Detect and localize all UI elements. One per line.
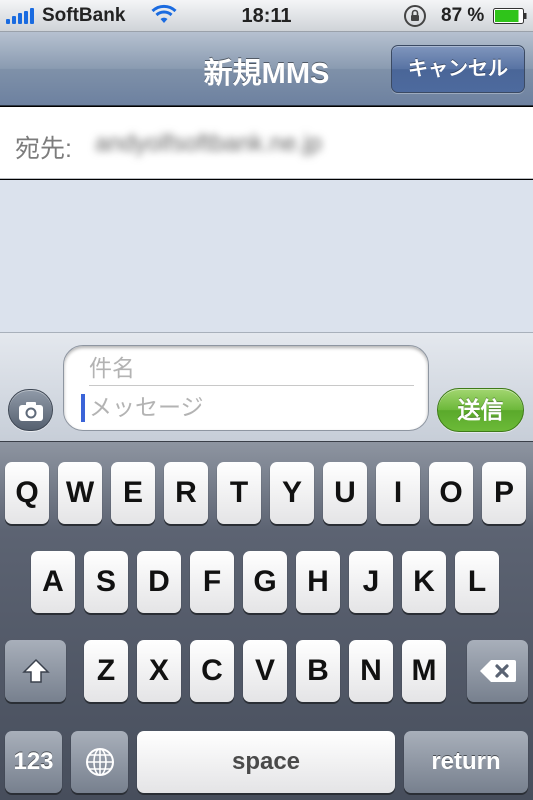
key-j[interactable]: J — [349, 551, 393, 613]
key-a[interactable]: A — [31, 551, 75, 613]
globe-key[interactable] — [71, 731, 128, 793]
key-c[interactable]: C — [190, 640, 234, 702]
conversation-area — [0, 180, 533, 332]
key-v[interactable]: V — [243, 640, 287, 702]
backspace-icon — [479, 660, 516, 682]
keyboard: Q W E R T Y U I O P A S D F G H J K L Z … — [0, 441, 533, 800]
numbers-key[interactable]: 123 — [5, 731, 62, 793]
recipient-label: 宛先: — [15, 135, 72, 163]
key-m[interactable]: M — [402, 640, 446, 702]
key-y[interactable]: Y — [270, 462, 314, 524]
key-h[interactable]: H — [296, 551, 340, 613]
key-n[interactable]: N — [349, 640, 393, 702]
send-button[interactable]: 送信 — [437, 388, 524, 432]
key-z[interactable]: Z — [84, 640, 128, 702]
compose-field[interactable]: 件名 メッセージ — [63, 345, 429, 431]
battery-percent: 87 % — [441, 5, 485, 26]
camera-icon — [19, 402, 43, 421]
key-e[interactable]: E — [111, 462, 155, 524]
key-f[interactable]: F — [190, 551, 234, 613]
key-l[interactable]: L — [455, 551, 499, 613]
key-x[interactable]: X — [137, 640, 181, 702]
key-g[interactable]: G — [243, 551, 287, 613]
recipient-row[interactable]: 宛先: andyolfsoftbank.ne.jp — [0, 107, 533, 179]
navigation-bar: 新規MMS キャンセル — [0, 32, 533, 106]
subject-input[interactable]: 件名 — [89, 350, 414, 386]
text-caret — [81, 394, 85, 422]
key-p[interactable]: P — [482, 462, 526, 524]
cancel-button[interactable]: キャンセル — [391, 45, 525, 93]
key-d[interactable]: D — [137, 551, 181, 613]
key-u[interactable]: U — [323, 462, 367, 524]
return-key[interactable]: return — [404, 731, 528, 793]
camera-button[interactable] — [8, 389, 53, 431]
battery-icon — [493, 8, 527, 24]
key-r[interactable]: R — [164, 462, 208, 524]
space-key[interactable]: space — [137, 731, 395, 793]
message-placeholder: メッセージ — [89, 394, 204, 420]
message-input[interactable]: メッセージ — [81, 388, 414, 426]
recipient-field[interactable]: andyolfsoftbank.ne.jp — [95, 130, 322, 158]
key-w[interactable]: W — [58, 462, 102, 524]
shift-key[interactable] — [5, 640, 66, 702]
rotation-lock-icon — [404, 5, 426, 27]
key-s[interactable]: S — [84, 551, 128, 613]
key-i[interactable]: I — [376, 462, 420, 524]
key-k[interactable]: K — [402, 551, 446, 613]
status-bar: SoftBank 18:11 87 % — [0, 0, 533, 32]
shift-arrow-icon — [21, 658, 50, 683]
compose-bar: 件名 メッセージ 送信 — [0, 332, 533, 441]
key-t[interactable]: T — [217, 462, 261, 524]
key-b[interactable]: B — [296, 640, 340, 702]
key-o[interactable]: O — [429, 462, 473, 524]
globe-icon — [85, 748, 114, 776]
delete-key[interactable] — [467, 640, 528, 702]
key-q[interactable]: Q — [5, 462, 49, 524]
